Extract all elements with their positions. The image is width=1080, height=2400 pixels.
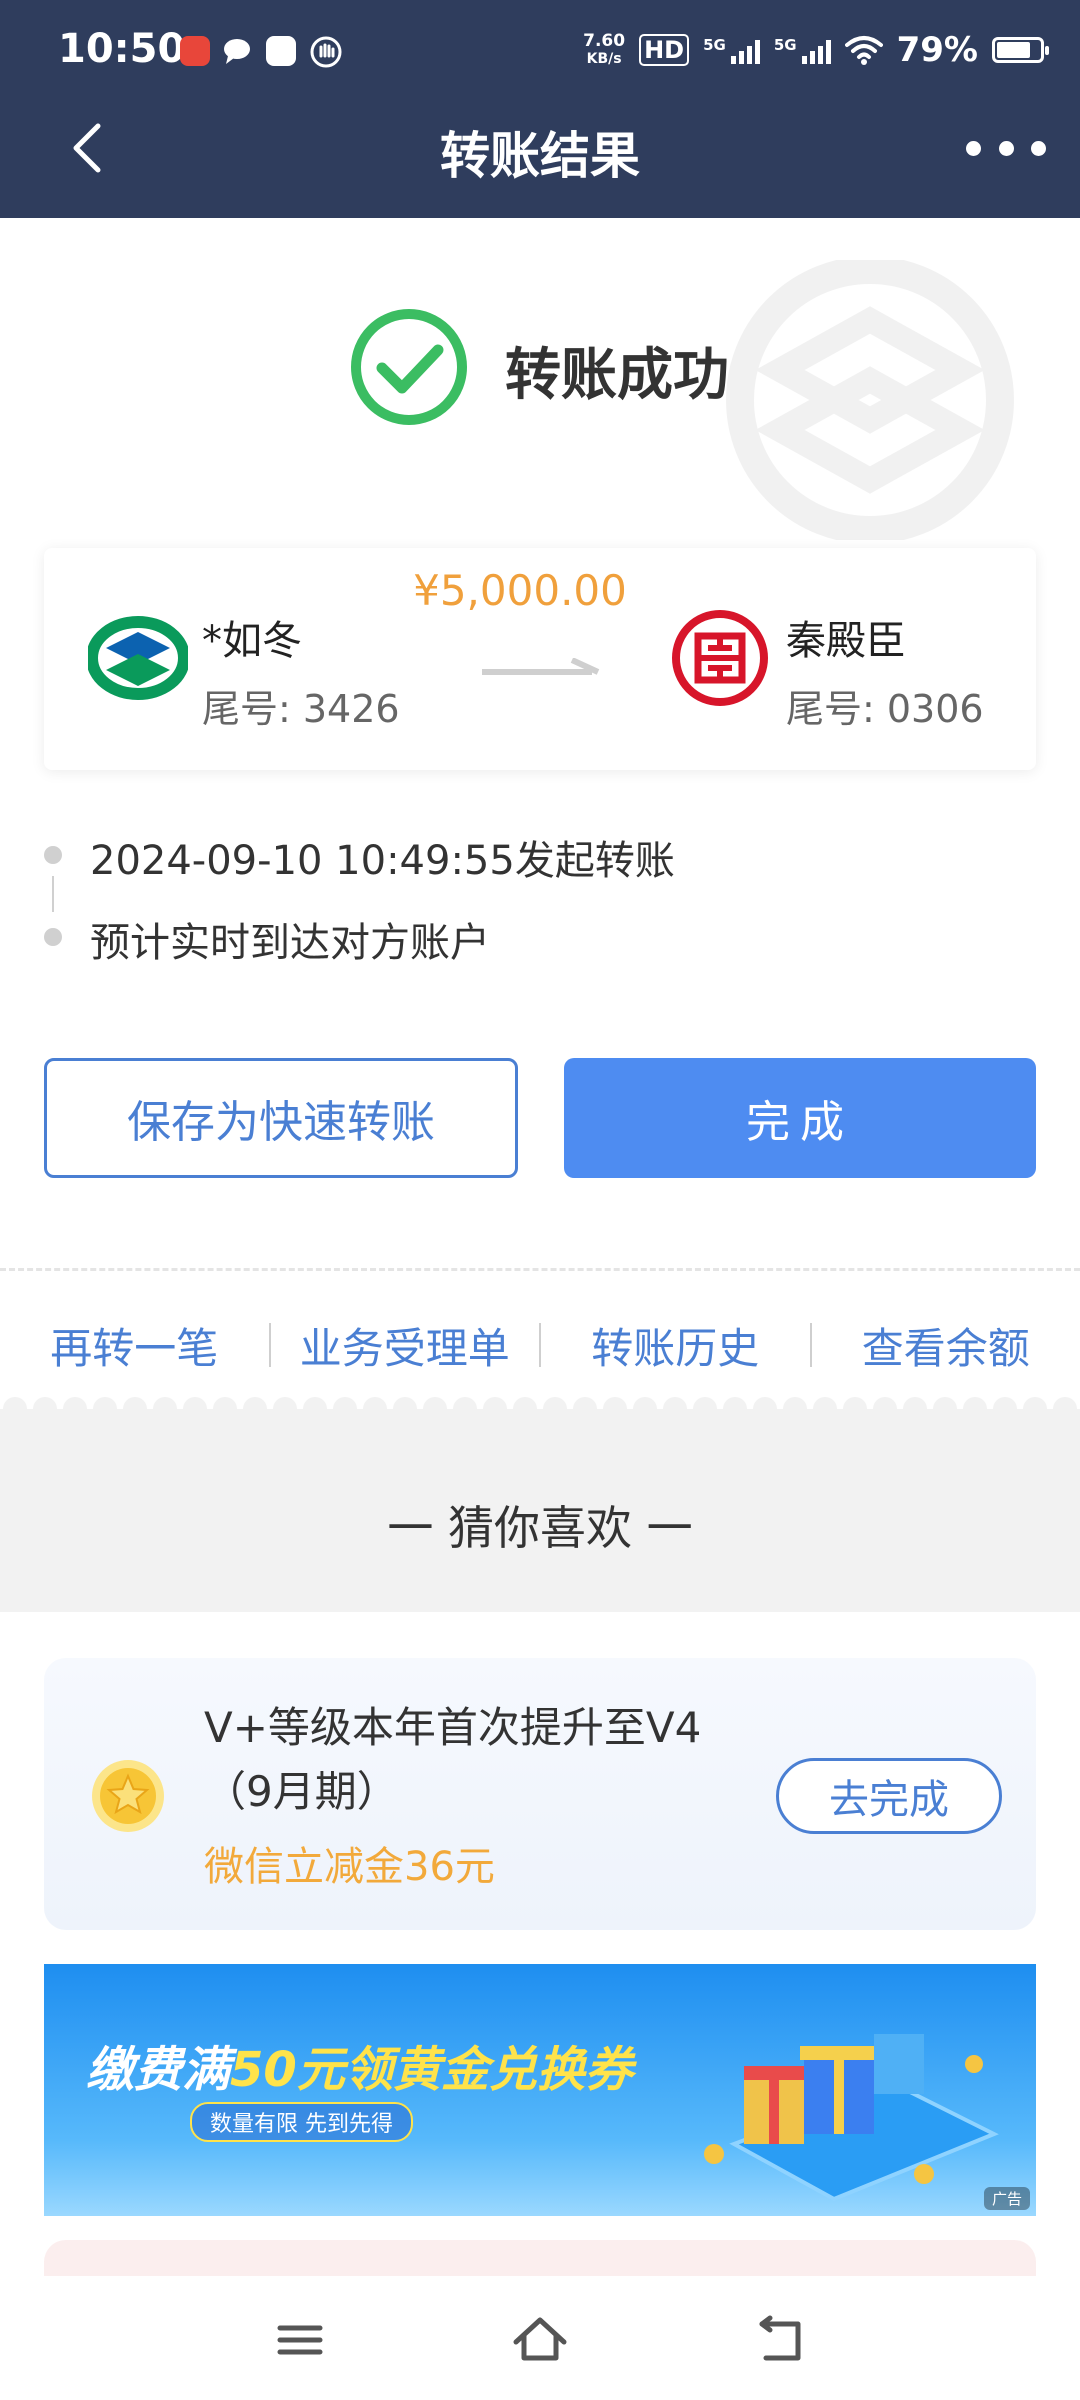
banner-title-highlight: 50元	[230, 2042, 345, 2098]
status-right: 7.60 KB/s HD 5G 5G 79%	[583, 30, 1049, 70]
timeline-dot	[44, 928, 62, 946]
status-bar: 10:50 7.60 KB/s HD 5G 5G 79%	[0, 0, 1080, 100]
timeline-item-arrival: 预计实时到达对方账户	[90, 920, 490, 966]
go-complete-button[interactable]: 去完成	[776, 1758, 1002, 1834]
page-title: 转账结果	[440, 127, 640, 185]
task-title: V+等级本年首次提升至V4（9月期）	[204, 1703, 702, 1816]
home-button[interactable]	[510, 2310, 570, 2370]
star-coin-icon	[92, 1760, 164, 1832]
home-icon	[513, 2317, 567, 2361]
sim1-label: 5G	[703, 36, 726, 54]
task-card[interactable]: V+等级本年首次提升至V4（9月期） 微信立减金36元 去完成	[44, 1658, 1036, 1930]
more-dot	[1031, 140, 1046, 156]
battery-percent: 79%	[896, 30, 978, 70]
done-button[interactable]: 完成	[564, 1058, 1036, 1178]
link-transfer-again[interactable]: 再转一笔	[0, 1315, 269, 1376]
success-check-icon	[351, 309, 467, 425]
timeline-dot	[44, 846, 62, 864]
system-back-button[interactable]	[750, 2310, 810, 2370]
alipay-icon	[266, 36, 296, 66]
next-card-peek	[44, 2240, 1036, 2280]
timeline-item-initiated: 2024-09-10 10:49:55发起转账	[90, 838, 675, 884]
payee-account-tail: 尾号: 0306	[786, 687, 984, 731]
save-quick-transfer-button[interactable]: 保存为快速转账	[44, 1058, 518, 1178]
icbc-bank-logo-icon	[672, 610, 768, 706]
task-reward: 微信立减金36元	[204, 1844, 495, 1890]
payer-account-tail: 尾号: 3426	[202, 687, 400, 731]
link-transfer-history[interactable]: 转账历史	[541, 1315, 810, 1376]
network-speed: 7.60 KB/s	[583, 32, 625, 68]
transfer-timeline: 2024-09-10 10:49:55发起转账 预计实时到达对方账户	[44, 820, 1036, 970]
battery-icon	[992, 37, 1049, 63]
menu-icon	[277, 2325, 323, 2355]
banner-title: 缴费满50元领黄金兑换券	[86, 2030, 633, 2100]
recommend-title: 一 猜你喜欢 一	[387, 1501, 693, 1555]
system-nav-bar	[0, 2276, 1080, 2400]
transfer-status-text: 转账成功	[505, 343, 729, 408]
sim2-label: 5G	[773, 36, 797, 54]
ccb-watermark-icon	[726, 260, 1014, 540]
more-dot	[966, 140, 981, 156]
banner-subtitle: 数量有限 先到先得	[190, 2102, 413, 2142]
app-header: 10:50 7.60 KB/s HD 5G 5G 79% 转账结果	[0, 0, 1080, 218]
message-icon	[222, 36, 252, 66]
gift-phone-illustration-icon	[704, 2034, 999, 2202]
arrow-right-icon	[482, 658, 600, 675]
hd-badge: HD	[639, 34, 690, 66]
quick-links-bar: 再转一笔 业务受理单 转账历史 查看余额	[0, 1310, 1080, 1380]
network-speed-value: 7.60	[583, 31, 626, 51]
divider	[0, 1268, 1080, 1271]
link-check-balance[interactable]: 查看余额	[812, 1315, 1080, 1376]
signal-icon-sim2: 5G	[774, 36, 831, 64]
banner-title-part2: 领黄金兑换券	[344, 2042, 633, 2098]
promo-banner[interactable]: 缴费满50元领黄金兑换券 数量有限 先到先得 广告	[44, 1964, 1036, 2216]
menu-button[interactable]	[270, 2310, 330, 2370]
notification-app-icon	[180, 36, 210, 66]
timeline-connector	[52, 876, 54, 912]
hand-icon	[310, 36, 342, 68]
signal-icon-sim1: 5G	[703, 36, 760, 64]
wifi-icon	[844, 36, 883, 65]
ad-tag: 广告	[983, 2187, 1030, 2210]
back-icon	[759, 2315, 801, 2361]
scallop-edge	[0, 1397, 1080, 1422]
more-dot	[998, 140, 1014, 156]
link-business-receipt[interactable]: 业务受理单	[271, 1315, 540, 1376]
payer-name: *如冬	[202, 618, 302, 664]
network-speed-unit: KB/s	[586, 51, 622, 67]
status-time: 10:50	[58, 26, 186, 72]
ccb-bank-logo-icon	[88, 616, 188, 700]
transfer-summary-card: ¥5,000.00 *如冬 尾号: 3426 秦殿臣 尾号: 0306	[44, 548, 1036, 770]
more-button[interactable]	[966, 128, 1046, 168]
banner-title-part1: 缴费满	[86, 2042, 231, 2098]
payee-name: 秦殿臣	[786, 618, 906, 664]
